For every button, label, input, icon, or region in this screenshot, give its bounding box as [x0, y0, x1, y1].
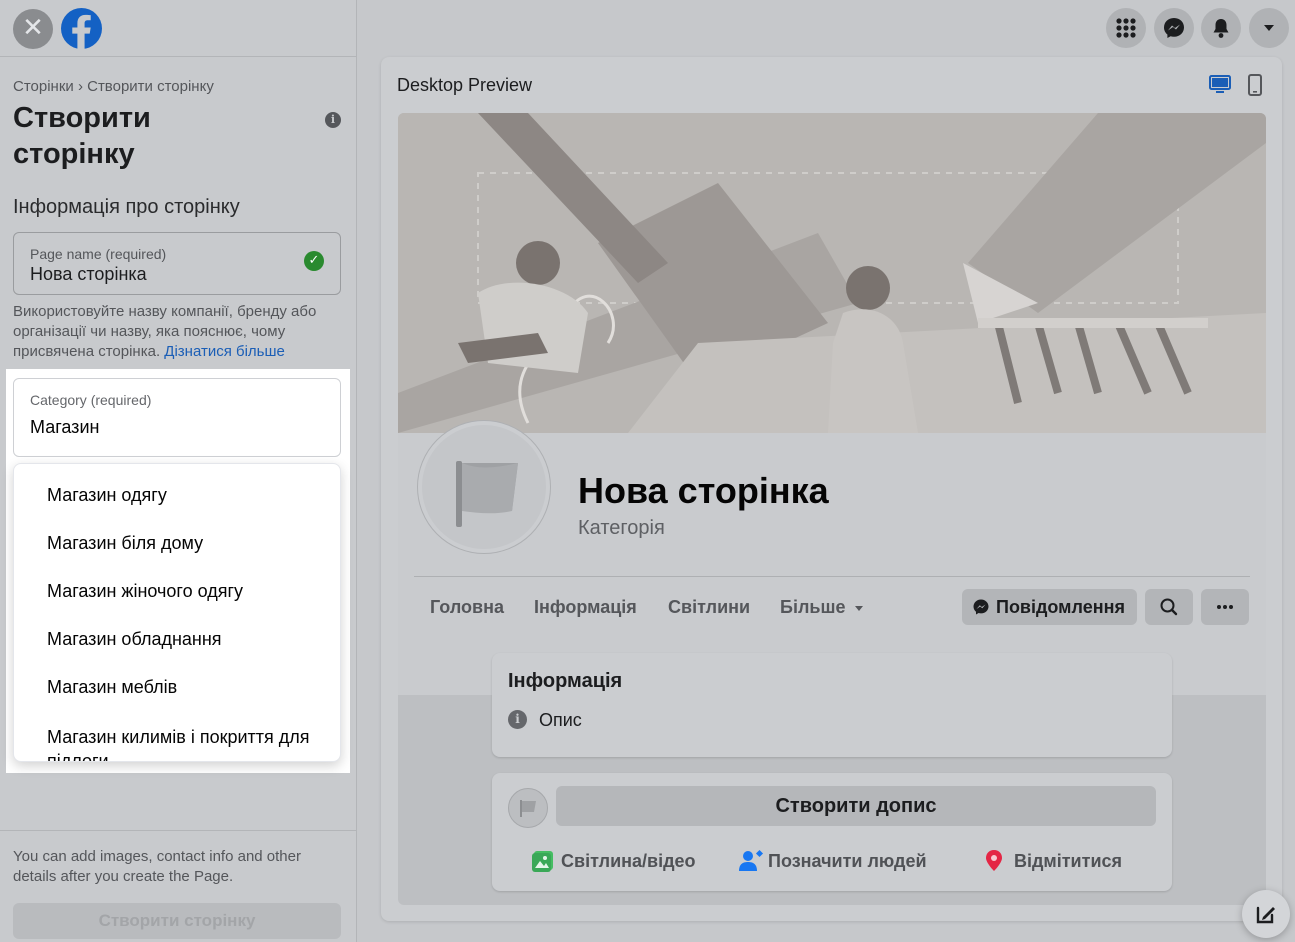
category-section: Category (required) Магазин Магазин одяг…	[6, 369, 350, 773]
create-post-card: Створити допис Світлина/відео Позначити …	[492, 773, 1172, 891]
flag-icon	[456, 461, 518, 527]
tab-about[interactable]: Інформація	[534, 597, 637, 618]
dropdown-option[interactable]: Магазин одягу	[47, 485, 167, 506]
check-in-action[interactable]: Відмітитися	[986, 850, 1123, 872]
breadcrumb[interactable]: Сторінки › Створити сторінку	[13, 78, 214, 95]
message-button[interactable]: Повідомлення	[962, 589, 1137, 625]
desktop-preview-card: Desktop Preview Нова сторінка Категорія …	[381, 57, 1282, 921]
page-name-help: Використовуйте назву компанії, бренду аб…	[13, 302, 343, 362]
facebook-logo-icon[interactable]	[61, 8, 102, 49]
photo-video-label: Світлина/відео	[561, 851, 696, 871]
location-pin-icon	[986, 850, 1002, 871]
preview-page-name: Нова сторінка	[578, 470, 829, 511]
page-name-label: Page name (required)	[30, 246, 167, 262]
sidebar-footer: You can add images, contact info and oth…	[0, 830, 357, 942]
dropdown-option[interactable]: Магазин біля дому	[47, 533, 203, 554]
category-field[interactable]: Category (required) Магазин	[13, 378, 341, 457]
preview-page-category: Категорія	[578, 517, 665, 539]
dropdown-option[interactable]: Магазин килимів і покриття для підлоги	[47, 725, 317, 761]
mobile-icon[interactable]	[1247, 74, 1263, 96]
page-title: Створити сторінку	[13, 102, 151, 170]
page-name-field[interactable]: Page name (required) Нова сторінка ✓	[13, 232, 341, 295]
info-card: Інформація i Опис	[492, 653, 1172, 757]
tag-people-action[interactable]: Позначити людей	[739, 849, 927, 872]
sidebar-header: ✕	[0, 0, 356, 57]
dropdown-option[interactable]: Магазин жіночого одягу	[47, 581, 243, 602]
section-heading: Інформація про сторінку	[13, 196, 240, 218]
dropdown-option[interactable]: Магазин обладнання	[47, 629, 222, 650]
footer-text: You can add images, contact info and oth…	[13, 848, 301, 885]
flag-icon	[520, 800, 536, 817]
info-icon: i	[508, 710, 527, 729]
compose-button[interactable]	[1242, 890, 1290, 938]
tab-home[interactable]: Головна	[430, 597, 504, 618]
messenger-icon	[973, 599, 989, 615]
category-label: Category (required)	[30, 392, 152, 408]
preview-title: Desktop Preview	[397, 75, 533, 95]
caret-down-icon	[855, 606, 864, 611]
create-post-button[interactable]: Створити допис	[556, 786, 1156, 826]
tag-people-icon	[739, 849, 764, 871]
tab-more[interactable]: Більше	[780, 597, 865, 618]
photo-icon	[532, 851, 553, 872]
info-card-description: Опис	[539, 710, 582, 730]
check-icon: ✓	[304, 251, 324, 271]
page-name-value[interactable]: Нова сторінка	[30, 264, 147, 285]
category-input[interactable]: Магазин	[30, 417, 99, 438]
compose-icon	[1256, 906, 1275, 924]
tab-more-label: Більше	[780, 597, 846, 617]
search-icon	[1160, 598, 1178, 616]
message-button-label: Повідомлення	[996, 597, 1125, 617]
bell-icon[interactable]	[1201, 8, 1241, 48]
profile-picture	[418, 421, 550, 553]
close-icon[interactable]: ✕	[13, 9, 53, 49]
info-icon[interactable]: i	[325, 112, 341, 128]
more-button[interactable]	[1201, 589, 1249, 625]
check-in-label: Відмітитися	[1014, 851, 1123, 871]
tag-people-label: Позначити людей	[768, 851, 927, 871]
info-card-title: Інформація	[508, 670, 623, 692]
messenger-icon[interactable]	[1154, 8, 1194, 48]
search-button[interactable]	[1145, 589, 1193, 625]
divider	[414, 576, 1250, 577]
page-preview: Нова сторінка Категорія Головна Інформац…	[398, 113, 1266, 905]
tab-photos[interactable]: Світлини	[668, 597, 750, 618]
more-icon	[1217, 605, 1233, 609]
desktop-icon[interactable]	[1209, 75, 1231, 95]
cover-illustration	[398, 113, 1266, 433]
photo-video-action[interactable]: Світлина/відео	[532, 851, 696, 872]
learn-more-link[interactable]: Дізнатися більше	[164, 343, 285, 360]
create-page-button[interactable]: Створити сторінку	[13, 903, 341, 939]
menu-grid-icon[interactable]	[1106, 8, 1146, 48]
category-dropdown: Магазин одягу Магазин біля дому Магазин …	[13, 463, 341, 762]
dropdown-option[interactable]: Магазин меблів	[47, 677, 177, 698]
post-avatar	[508, 788, 548, 828]
caret-down-icon[interactable]	[1249, 8, 1289, 48]
